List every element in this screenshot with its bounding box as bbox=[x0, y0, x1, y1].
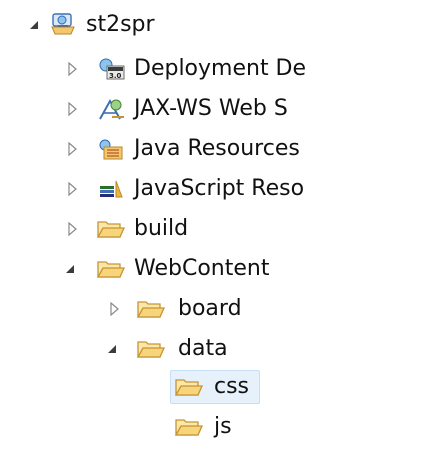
expanded-arrow-icon[interactable] bbox=[104, 341, 120, 357]
tree-item-javascript-resources[interactable]: JavaScript Reso bbox=[0, 172, 320, 206]
tree-item-deployment-descriptor[interactable]: 3.0 Deployment De bbox=[0, 52, 320, 86]
folder-icon bbox=[136, 337, 166, 361]
expanded-arrow-icon[interactable] bbox=[62, 261, 78, 277]
collapsed-arrow-icon[interactable] bbox=[64, 221, 80, 237]
tree-item-board[interactable]: board bbox=[0, 292, 320, 326]
collapsed-arrow-icon[interactable] bbox=[106, 301, 122, 317]
tree-item-jaxws[interactable]: JAX-WS Web S bbox=[0, 92, 320, 126]
expanded-arrow-icon[interactable] bbox=[26, 17, 42, 33]
css-folder-label: css bbox=[214, 374, 250, 399]
collapsed-arrow-icon[interactable] bbox=[64, 61, 80, 77]
tree-item-project[interactable]: st2spr bbox=[0, 8, 320, 42]
tree-item-java-resources[interactable]: Java Resources bbox=[0, 132, 320, 166]
folder-icon bbox=[136, 297, 166, 321]
deployment-descriptor-label: Deployment De bbox=[134, 56, 307, 81]
jaxws-label: JAX-WS Web S bbox=[134, 96, 288, 121]
build-folder-label: build bbox=[134, 216, 189, 241]
folder-icon bbox=[96, 257, 126, 281]
deployment-descriptor-icon: 3.0 bbox=[98, 57, 126, 81]
tree-item-css[interactable]: css bbox=[0, 370, 320, 404]
tree-item-build[interactable]: build bbox=[0, 212, 320, 246]
collapsed-arrow-icon[interactable] bbox=[64, 101, 80, 117]
svg-text:3.0: 3.0 bbox=[109, 72, 122, 80]
jaxws-icon bbox=[98, 97, 126, 121]
java-resources-label: Java Resources bbox=[134, 136, 300, 161]
project-label: st2spr bbox=[86, 12, 155, 37]
folder-icon bbox=[96, 217, 126, 241]
java-resources-icon bbox=[98, 137, 126, 161]
collapsed-arrow-icon[interactable] bbox=[64, 181, 80, 197]
js-folder-label: js bbox=[214, 414, 232, 439]
folder-icon bbox=[174, 415, 204, 439]
javascript-resources-icon bbox=[98, 177, 126, 201]
tree-item-webcontent[interactable]: WebContent bbox=[0, 252, 320, 286]
folder-icon bbox=[174, 375, 204, 399]
web-project-icon bbox=[50, 12, 78, 36]
tree-item-js[interactable]: js bbox=[0, 410, 320, 444]
board-folder-label: board bbox=[178, 296, 242, 321]
project-explorer-tree: st2spr 3.0 Deployment De JAX-WS Web S Ja… bbox=[0, 0, 320, 474]
tree-item-data[interactable]: data bbox=[0, 332, 320, 366]
webcontent-folder-label: WebContent bbox=[134, 256, 270, 281]
collapsed-arrow-icon[interactable] bbox=[64, 141, 80, 157]
data-folder-label: data bbox=[178, 336, 228, 361]
javascript-resources-label: JavaScript Reso bbox=[134, 176, 305, 201]
